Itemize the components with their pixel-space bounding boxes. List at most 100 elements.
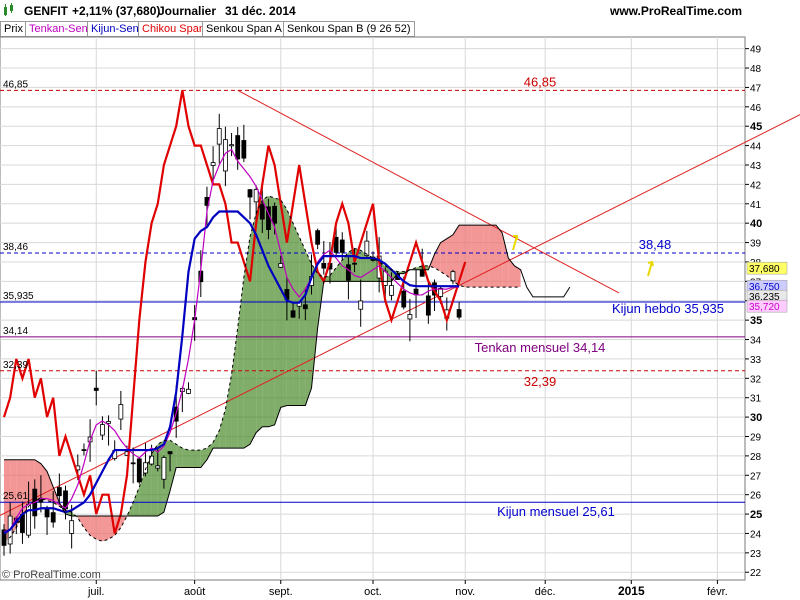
y-tick-label: 34: [750, 336, 762, 347]
y-tick-label: 22: [750, 568, 762, 579]
candle-body: [229, 144, 234, 147]
cloud-segment: [496, 225, 503, 288]
cloud-segment: [194, 450, 201, 468]
x-tick-label: oct.: [364, 586, 382, 598]
level-annotation: Kijun mensuel 25,61: [497, 504, 615, 519]
y-tick-label: 27: [750, 471, 762, 482]
level-value-label: 38,46: [3, 242, 28, 253]
candle-body: [44, 508, 50, 518]
y-tick-label: 35: [750, 315, 762, 327]
candle-body: [339, 239, 345, 253]
cloud-segment: [262, 196, 269, 427]
cloud-segment: [90, 516, 97, 540]
cloud-segment: [188, 450, 195, 468]
cloud-segment: [102, 516, 109, 542]
y-tick-label: 26: [750, 491, 762, 502]
y-tick-label: 44: [750, 142, 762, 153]
price-labels: 37,68036,75036,23535,720: [746, 261, 788, 313]
candle-body: [419, 269, 425, 277]
cloud-segment: [299, 236, 306, 406]
candle-body: [136, 458, 142, 483]
y-tick-label: 33: [750, 355, 762, 366]
candle-body: [272, 205, 278, 224]
candle-body: [315, 230, 321, 245]
candle-body: [56, 487, 62, 497]
candle-body: [302, 304, 308, 310]
candle-body: [130, 462, 136, 465]
cloud-segment: [151, 444, 158, 517]
x-tick-label: juil.: [87, 586, 105, 598]
x-tick-label: nov.: [455, 586, 475, 598]
candle-body: [93, 387, 99, 391]
candle-body: [345, 264, 351, 281]
candle-body: [235, 135, 241, 160]
cloud-segment: [483, 225, 490, 288]
level-value-label: 34,14: [3, 326, 28, 337]
cloud-segment: [489, 225, 496, 288]
candle-body: [50, 512, 56, 523]
candle-body: [425, 295, 431, 316]
y-tick-label: 32: [750, 374, 762, 385]
candle-body: [278, 263, 284, 268]
candle-body: [241, 140, 247, 159]
candle-body: [106, 421, 111, 424]
candle-body: [216, 128, 222, 145]
y-tick-label: 48: [750, 64, 762, 75]
y-tick-label: 40: [750, 218, 762, 230]
candle-body: [352, 262, 357, 265]
cloud-segment: [477, 225, 484, 288]
price-label-text: 37,680: [749, 264, 780, 275]
candle-body: [161, 457, 167, 480]
level-value-label: 35,935: [3, 291, 34, 302]
cloud-segment: [96, 516, 103, 542]
x-tick-label: févr.: [707, 586, 728, 598]
x-tick-label: août: [184, 586, 205, 598]
candle-body: [333, 236, 339, 253]
candle-body: [259, 203, 265, 220]
candle-body: [186, 388, 191, 394]
y-tick-label: 42: [750, 180, 762, 191]
cloud-segment: [305, 250, 312, 406]
y-tick-label: 46: [750, 103, 762, 114]
y-tick-label: 39: [750, 239, 762, 250]
candle-body: [389, 285, 394, 296]
candle-body: [290, 310, 296, 318]
cloud-segment: [268, 196, 275, 427]
level-annotation: Tenkan mensuel 34,14: [475, 340, 606, 355]
level-value-label: 46,85: [3, 79, 28, 90]
candle-body: [247, 189, 253, 198]
level-annotation: 32,39: [524, 374, 557, 389]
level-annotation: Kijun hebdo 35,935: [612, 301, 724, 316]
candle-body: [167, 451, 173, 455]
y-tick-label: 28: [750, 452, 762, 463]
y-tick-label: 49: [750, 45, 762, 56]
y-tick-label: 31: [750, 394, 762, 405]
candle-body: [210, 162, 216, 166]
y-tick-label: 47: [750, 83, 762, 94]
cloud-segment: [465, 225, 472, 288]
level-value-label: 32,39: [3, 360, 28, 371]
candle-body: [456, 309, 462, 318]
x-tick-label: sept.: [269, 586, 293, 598]
candle-body: [155, 465, 161, 469]
candle-body: [26, 503, 32, 536]
cloud-segment: [182, 448, 189, 468]
candle-body: [100, 424, 105, 436]
y-tick-label: 25: [750, 509, 762, 521]
level-value-label: 25,61: [3, 491, 28, 502]
y-tick-label: 41: [750, 200, 762, 211]
candle-body: [69, 520, 75, 534]
price-label-text: 35,720: [749, 302, 780, 313]
candle-body: [407, 314, 413, 320]
ichimoku-chart[interactable]: 46,85 38,46 35,935 34,14 32,39 25,61 46,85 38,4…: [0, 0, 800, 600]
x-tick-label: 2015: [618, 584, 645, 598]
candle-body: [81, 449, 87, 452]
y-tick-label: 29: [750, 432, 762, 443]
y-tick-label: 24: [750, 529, 762, 540]
level-annotation: 38,48: [639, 237, 672, 252]
cloud-segment: [440, 238, 447, 276]
watermark: © ProRealTime.com: [2, 569, 101, 581]
y-tick-label: 43: [750, 161, 762, 172]
y-tick-label: 45: [750, 121, 762, 133]
candle-body: [253, 189, 259, 203]
